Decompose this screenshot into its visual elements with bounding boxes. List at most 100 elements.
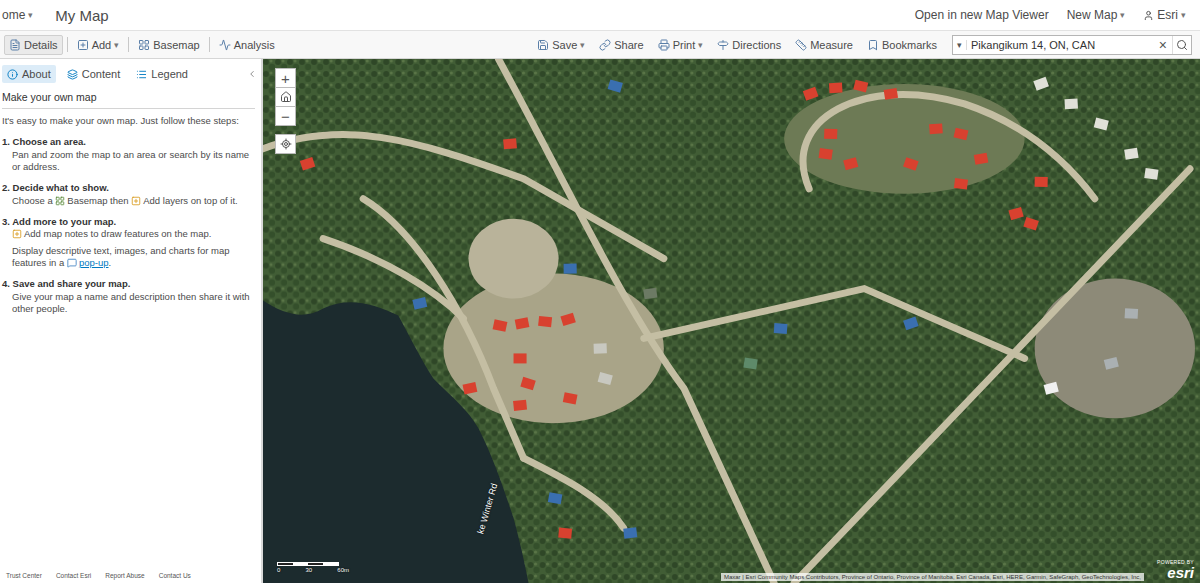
sidebar-tab[interactable]: Legend — [131, 65, 193, 83]
user-icon — [1143, 10, 1154, 21]
attribution: Maxar | Esri Community Maps Contributors… — [721, 573, 1144, 581]
toolbar-left: Details Add▾ Basemap Analysis — [4, 35, 280, 55]
header-link[interactable]: New Map▾ — [1067, 8, 1126, 22]
about-content: It's easy to make your own map. Just fol… — [0, 115, 261, 324]
step: 2. Decide what to show.Choose a Basemap … — [2, 182, 253, 207]
tool-caret: ▾ — [580, 40, 585, 50]
step-text: Choose a Basemap then Add layers on top … — [12, 195, 253, 207]
step-text: Add map notes to draw features on the ma… — [12, 228, 253, 240]
text-segment: . — [109, 257, 112, 268]
text-segment: layers on top of it. — [160, 195, 238, 206]
toolbar-button[interactable]: Print▾ — [653, 35, 709, 55]
main-body: About Content Legend Make your own map It's … — [0, 59, 1200, 583]
tool-caret: ▾ — [114, 40, 119, 50]
clear-button[interactable]: × — [1154, 38, 1172, 52]
tab-icon — [67, 69, 78, 80]
tool-icon — [795, 39, 807, 51]
toolbar-button[interactable]: Basemap — [133, 35, 204, 55]
intro-text: It's easy to make your own map. Just fol… — [2, 115, 253, 127]
toolbar: Details Add▾ Basemap Analysis Save▾SharePrin… — [0, 30, 1200, 59]
chevron-left-icon — [247, 69, 257, 79]
step: 1. Choose an area.Pan and zoom the map t… — [2, 136, 253, 173]
esri-logo[interactable]: POWERED BYesri — [1157, 560, 1194, 580]
map-title: My Map — [55, 7, 108, 24]
header-link[interactable]: Open in new Map Viewer — [915, 8, 1049, 22]
search-box[interactable]: ▾Pikangikum 14, ON, CAN× — [952, 35, 1192, 55]
sidebar-footer: Trust Center Contact Esri Report Abuse Cont… — [0, 568, 261, 583]
toolbar-button[interactable]: Measure — [790, 35, 858, 55]
toolbar-button[interactable]: Bookmarks — [862, 35, 942, 55]
inline-tool-icon — [55, 196, 65, 206]
link-caret: ▾ — [1181, 10, 1186, 20]
toolbar-separator — [67, 37, 68, 52]
toolbar-button[interactable]: Share — [594, 35, 648, 55]
tool-icon — [77, 39, 89, 51]
step-text: Display descriptive text, images, and ch… — [12, 245, 253, 270]
footer-link[interactable]: Contact Esri — [56, 572, 91, 579]
search-input[interactable]: Pikangikum 14, ON, CAN — [967, 39, 1154, 51]
tool-icon — [599, 39, 611, 51]
text-segment: Choose a — [12, 195, 55, 206]
home-icon — [280, 91, 292, 103]
toolbar-button[interactable]: Directions — [712, 35, 786, 55]
header-link[interactable]: Esri▾ — [1143, 8, 1186, 22]
sidebar-tab[interactable]: Content — [62, 65, 126, 83]
tool-icon — [867, 39, 879, 51]
footer-link[interactable]: Contact Us — [159, 572, 191, 579]
top-left: ome▾ My Map — [2, 7, 109, 24]
text-segment: Add map notes to draw features on the ma… — [24, 228, 211, 239]
top-bar: ome▾ My Map Open in new Map Viewer New Map▾… — [0, 0, 1200, 30]
zoom-in-button[interactable]: + — [275, 68, 296, 88]
logo-name: esri — [1167, 565, 1194, 580]
footer-link[interactable]: Trust Center — [6, 572, 42, 579]
toolbar-button[interactable]: Details — [4, 35, 63, 55]
step-title: 1. Choose an area. — [2, 136, 253, 148]
panel-heading: Make your own map — [2, 87, 255, 109]
top-right: Open in new Map Viewer New Map▾ Esri▾ — [915, 8, 1186, 22]
sidebar-tab[interactable]: About — [2, 65, 56, 83]
inline-tool-icon — [12, 229, 22, 239]
scale-label: 30 — [305, 567, 312, 573]
scale-segment — [323, 563, 338, 565]
step-text: Give your map a name and description the… — [12, 291, 253, 316]
search-source-dropdown[interactable]: ▾ — [953, 40, 967, 50]
locate-icon — [280, 138, 292, 150]
tool-icon — [9, 39, 21, 51]
toolbar-button[interactable]: Add▾ — [72, 35, 125, 55]
scale-segment — [308, 563, 323, 565]
scale-track — [277, 562, 339, 566]
step: 3. Add more to your map.Add map notes to… — [2, 216, 253, 269]
text-segment: Display descriptive text, images, and ch… — [12, 245, 230, 268]
sidebar-tabs: About Content Legend — [0, 59, 261, 87]
tool-icon — [658, 39, 670, 51]
satellite-imagery[interactable] — [263, 59, 1200, 583]
search-icon — [1176, 39, 1188, 51]
toolbar-button[interactable]: Save▾ — [532, 35, 590, 55]
tab-icon — [7, 69, 18, 80]
footer-link[interactable]: Report Abuse — [105, 572, 144, 579]
tool-caret: ▾ — [698, 40, 703, 50]
tab-icon — [136, 69, 147, 80]
tool-icon — [138, 39, 150, 51]
map-area[interactable]: +−ke Winter Rd03060mMaxar | Esri Communi… — [263, 59, 1200, 583]
tool-icon — [537, 39, 549, 51]
scale-labels: 03060m — [277, 567, 349, 573]
locate-button[interactable] — [275, 134, 296, 154]
toolbar-button[interactable]: Analysis — [214, 35, 280, 55]
tool-icon — [219, 39, 231, 51]
home-caret: ▾ — [28, 10, 33, 20]
zoom-out-button[interactable]: − — [275, 106, 296, 126]
text-segment: Basemap — [67, 195, 107, 206]
inline-tool-icon — [67, 258, 77, 268]
step-title: 2. Decide what to show. — [2, 182, 253, 194]
search-button[interactable] — [1172, 36, 1191, 54]
sidebar: About Content Legend Make your own map It's … — [0, 59, 263, 583]
tool-icon — [717, 39, 729, 51]
step-text: Pan and zoom the map to an area or searc… — [12, 149, 253, 174]
popup-link[interactable]: pop-up — [79, 257, 109, 268]
collapse-button[interactable] — [247, 69, 257, 79]
link-caret: ▾ — [1120, 10, 1125, 20]
home-link[interactable]: ome▾ — [2, 8, 33, 22]
scale-segment — [278, 563, 293, 565]
default-extent-button[interactable] — [275, 87, 296, 107]
